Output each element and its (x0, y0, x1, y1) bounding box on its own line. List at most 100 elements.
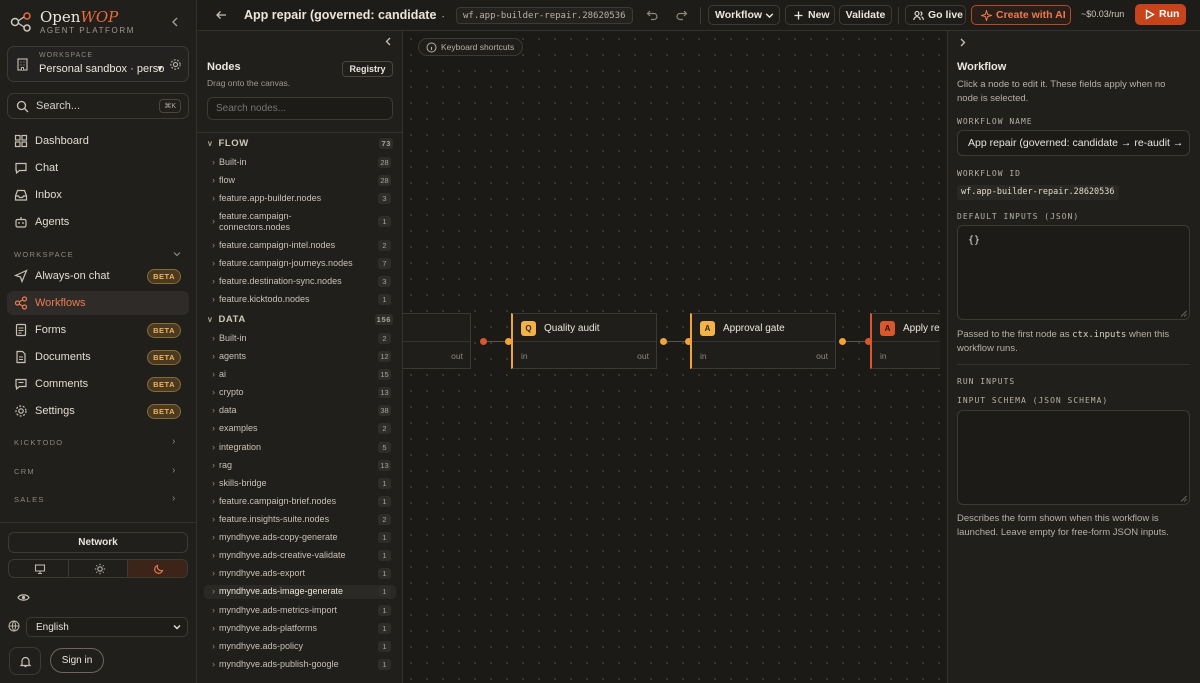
list-item[interactable]: › myndhyve.ads-publish-google 1 (204, 659, 396, 670)
theme-dark[interactable] (128, 560, 187, 577)
list-item[interactable]: › crypto 13 (204, 387, 396, 398)
list-item[interactable]: › feature.campaign-connectors.nodes 1 (204, 211, 396, 233)
chevron-right-icon[interactable]: › (172, 436, 175, 447)
node-port-in: in (700, 351, 707, 361)
list-item[interactable]: › myndhyve.ads-copy-generate 1 (204, 532, 396, 543)
list-item[interactable]: › ai 15 (204, 369, 396, 380)
search-button[interactable]: Search... ⌘K (7, 93, 189, 119)
list-item[interactable]: › feature.kicktodo.nodes 1 (204, 294, 396, 305)
list-item[interactable]: › myndhyve.ads-metrics-import 1 (204, 605, 396, 616)
category-data[interactable]: ∨ DATA 156 (207, 314, 393, 325)
list-item[interactable]: › myndhyve.ads-platforms 1 (204, 623, 396, 634)
nav-forms[interactable]: Forms BETA (7, 318, 189, 342)
resize-grip-icon[interactable] (1180, 495, 1187, 502)
run-button[interactable]: Run (1135, 4, 1186, 25)
list-item[interactable]: › feature.campaign-journeys.nodes 7 (204, 258, 396, 269)
chevron-right-icon[interactable]: › (172, 493, 175, 504)
back-arrow-icon[interactable] (214, 8, 228, 22)
section-kicktodo[interactable]: KICKTODO (14, 438, 63, 447)
list-item[interactable]: › feature.app-builder.nodes 3 (204, 193, 396, 204)
list-item[interactable]: › feature.campaign-intel.nodes 2 (204, 240, 396, 251)
notifications-button[interactable] (9, 647, 41, 675)
edges (483, 341, 867, 342)
theme-system[interactable] (9, 560, 69, 577)
list-item[interactable]: › flow 28 (204, 175, 396, 186)
nav-always-on-chat[interactable]: Always-on chat BETA (7, 264, 189, 288)
category-flow[interactable]: ∨ FLOW 73 (207, 138, 393, 149)
theme-switcher[interactable] (8, 559, 188, 578)
list-item[interactable]: › feature.destination-sync.nodes 3 (204, 276, 396, 287)
chevron-right-icon[interactable]: › (172, 465, 175, 476)
workflow-node-approval-gate[interactable]: A Approval gate in out (690, 313, 836, 369)
nav-comments[interactable]: Comments BETA (7, 372, 189, 396)
search-placeholder: Search... (36, 100, 81, 112)
input-schema-textarea[interactable] (957, 410, 1190, 505)
collapse-panel-icon[interactable] (383, 36, 394, 47)
list-item[interactable]: › Built-in 2 (204, 333, 396, 344)
node-badge: A (700, 321, 715, 336)
list-item[interactable]: › Built-in 28 (204, 157, 396, 168)
search-icon (16, 100, 29, 113)
workflow-name-field[interactable]: App repair (governed: candidate → re-aud… (957, 130, 1190, 156)
language-select[interactable]: English (26, 617, 188, 637)
nav-documents[interactable]: Documents BETA (7, 345, 189, 369)
nav-settings[interactable]: Settings BETA (7, 399, 189, 423)
keyboard-shortcuts-button[interactable]: Keyboard shortcuts (418, 38, 524, 56)
gear-icon[interactable] (169, 58, 182, 71)
expand-panel-icon[interactable] (957, 37, 968, 48)
list-item[interactable]: › myndhyve.ads-export 1 (204, 568, 396, 579)
create-with-ai-button[interactable]: Create with AI (971, 5, 1071, 25)
undo-icon[interactable] (646, 8, 659, 21)
desktop-icon (34, 564, 46, 575)
workflow-title[interactable]: App repair (governed: candidate → r... (244, 8, 444, 22)
list-item[interactable]: › skills-bridge 1 (204, 478, 396, 489)
nav-inbox[interactable]: Inbox (7, 183, 189, 207)
workflow-node-apply[interactable]: A Apply re in (870, 313, 940, 369)
sign-in-button[interactable]: Sign in (50, 648, 104, 673)
list-item[interactable]: › data 38 (204, 405, 396, 416)
nav-label: Dashboard (35, 135, 89, 147)
validate-button[interactable]: Validate (839, 5, 892, 25)
workflow-menu-button[interactable]: Workflow (708, 5, 780, 25)
go-live-button[interactable]: Go live (905, 5, 966, 25)
list-item[interactable]: › examples 2 (204, 423, 396, 434)
network-button[interactable]: Network (8, 532, 188, 553)
redo-icon[interactable] (675, 8, 688, 21)
nodes-panel-title: Nodes (207, 61, 241, 73)
section-sales[interactable]: SALES (14, 495, 45, 504)
nav-agents[interactable]: Agents (7, 210, 189, 234)
list-item[interactable]: › rag 13 (204, 460, 396, 471)
workspace-switcher[interactable]: WORKSPACE Personal sandbox · personal ▼ (7, 46, 189, 82)
workflow-canvas[interactable]: Keyboard shortcuts out Q Quality audit i… (403, 31, 947, 683)
list-item[interactable]: › agents 12 (204, 351, 396, 362)
port-handle[interactable] (839, 338, 846, 345)
list-item[interactable]: › myndhyve.ads-image-generate 1 (204, 585, 396, 599)
nav-workflows[interactable]: Workflows (7, 291, 189, 315)
inspector-panel: Workflow Click a node to edit it. These … (947, 31, 1200, 683)
logo-icon (10, 12, 31, 32)
node-search-input[interactable] (207, 97, 393, 120)
chevron-down-icon[interactable] (172, 249, 182, 259)
list-item[interactable]: › myndhyve.ads-creative-validate 1 (204, 550, 396, 561)
port-handle[interactable] (480, 338, 487, 345)
workflow-id-chip[interactable]: wf.app-builder-repair.28620536 (456, 7, 633, 24)
comment-icon (15, 378, 27, 391)
resize-grip-icon[interactable] (1180, 310, 1187, 317)
workflow-node-quality-audit[interactable]: Q Quality audit in out (511, 313, 657, 369)
list-item[interactable]: › feature.campaign-brief.nodes 1 (204, 496, 396, 507)
create-with-ai-label: Create with AI (996, 9, 1066, 21)
theme-light[interactable] (69, 560, 129, 577)
port-handle[interactable] (660, 338, 667, 345)
list-item[interactable]: › myndhyve.ads-policy 1 (204, 641, 396, 652)
list-item[interactable]: › integration 5 (204, 442, 396, 453)
nav-chat[interactable]: Chat (7, 156, 189, 180)
eye-icon[interactable] (17, 591, 30, 604)
collapse-sidebar-icon[interactable] (168, 15, 182, 29)
new-button[interactable]: New (785, 5, 835, 25)
section-crm[interactable]: CRM (14, 467, 35, 476)
nav-dashboard[interactable]: Dashboard (7, 129, 189, 153)
default-inputs-textarea[interactable]: {} (957, 225, 1190, 320)
registry-button[interactable]: Registry (342, 61, 393, 77)
workflow-node[interactable]: out (403, 313, 471, 369)
list-item[interactable]: › feature.insights-suite.nodes 2 (204, 514, 396, 525)
